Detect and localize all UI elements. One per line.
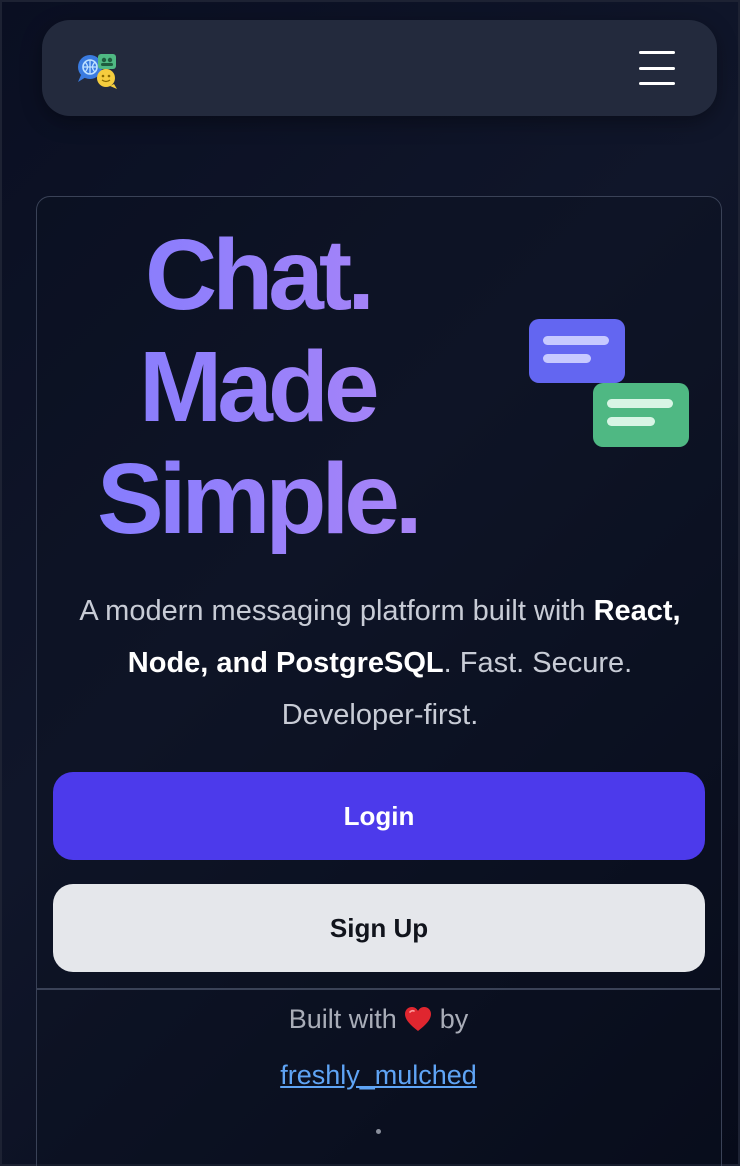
headline-line-1: Chat. [37, 219, 517, 331]
built-with-line: Built with by [37, 997, 720, 1041]
author-link-container: freshly_mulched [37, 1053, 720, 1097]
hero-tagline: A modern messaging platform built with R… [57, 585, 703, 741]
headline-line-3: Simple. [37, 443, 517, 555]
hero-card: Chat. Made Simple. A modern messaging pl… [36, 196, 722, 1166]
footer-divider [37, 988, 720, 990]
top-navbar [42, 20, 717, 116]
by-text: by [439, 1004, 469, 1034]
hamburger-menu-icon[interactable] [637, 50, 677, 86]
heart-icon [405, 1007, 432, 1031]
hero-headline: Chat. Made Simple. [37, 219, 517, 555]
headline-line-2: Made [37, 331, 517, 443]
built-with-text: Built with [288, 1004, 397, 1034]
chat-logo[interactable] [72, 48, 122, 98]
footer-dot [376, 1129, 381, 1134]
login-button[interactable]: Login [53, 772, 705, 860]
chat-bubbles-icon [529, 319, 689, 447]
tagline-text-start: A modern messaging platform built with [79, 595, 594, 627]
signup-button[interactable]: Sign Up [53, 884, 705, 972]
author-link[interactable]: freshly_mulched [280, 1060, 477, 1090]
